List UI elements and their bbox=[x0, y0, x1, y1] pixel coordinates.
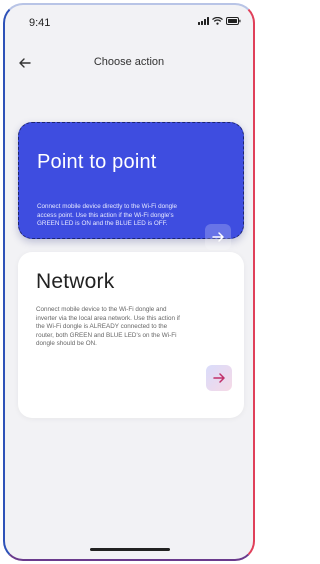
status-icons bbox=[198, 17, 241, 25]
battery-icon bbox=[226, 17, 241, 25]
point-to-point-description: Connect mobile device directly to the Wi… bbox=[37, 203, 177, 228]
status-time: 9:41 bbox=[29, 17, 51, 29]
arrow-right-icon bbox=[213, 373, 225, 383]
wifi-icon bbox=[212, 17, 223, 25]
point-to-point-title: Point to point bbox=[37, 151, 157, 173]
phone-frame: 9:41 Choose action Point to point Connec… bbox=[3, 3, 255, 561]
network-card[interactable]: Network Connect mobile device to the Wi-… bbox=[18, 252, 244, 418]
network-description: Connect mobile device to the Wi-Fi dongl… bbox=[36, 306, 180, 348]
arrow-right-icon bbox=[212, 232, 224, 242]
home-indicator bbox=[90, 548, 170, 551]
network-arrow-button[interactable] bbox=[206, 365, 232, 391]
network-title: Network bbox=[36, 270, 115, 293]
point-to-point-card[interactable]: Point to point Connect mobile device dir… bbox=[18, 122, 244, 250]
page-title: Choose action bbox=[93, 56, 165, 68]
signal-icon bbox=[198, 17, 209, 25]
point-to-point-arrow-button[interactable] bbox=[205, 224, 231, 250]
status-bar: 9:41 bbox=[5, 5, 253, 35]
header: Choose action bbox=[5, 51, 253, 75]
